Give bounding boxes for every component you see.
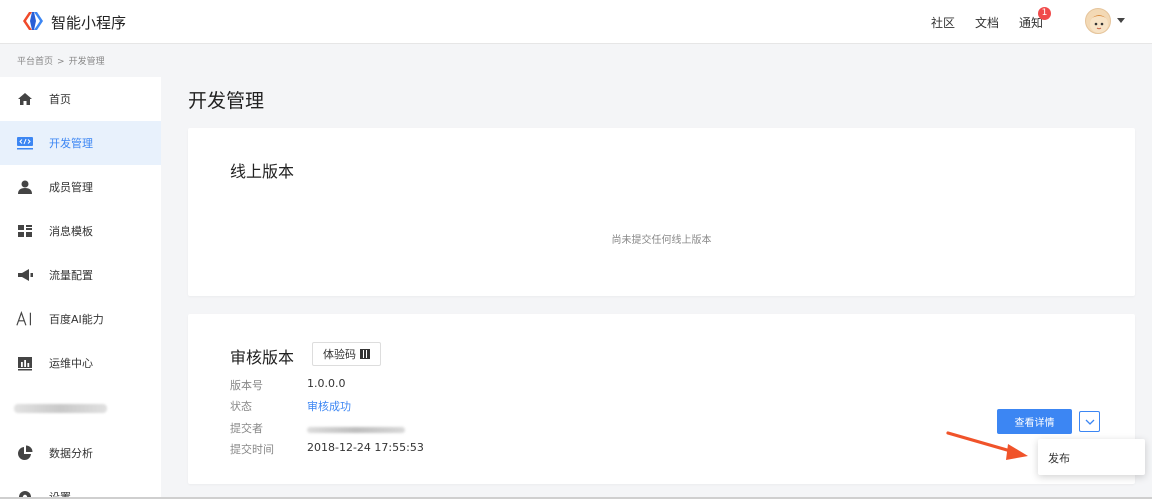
nav-docs[interactable]: 文档	[975, 14, 999, 31]
chart-icon	[16, 354, 34, 372]
sidebar-item-label: 百度AI能力	[49, 313, 104, 326]
code-icon	[16, 134, 34, 152]
redacted-item	[14, 404, 107, 413]
sidebar-item-templates[interactable]: 消息模板	[0, 209, 161, 253]
sidebar-item-label: 开发管理	[49, 137, 93, 150]
megaphone-icon	[16, 266, 34, 284]
sidebar-item-label: 首页	[49, 93, 71, 106]
online-version-title: 线上版本	[230, 162, 295, 181]
qr-code-button[interactable]: 体验码	[312, 342, 381, 366]
submitter-label: 提交者	[230, 422, 263, 435]
sidebar-item-ai[interactable]: 百度AI能力	[0, 297, 161, 341]
breadcrumb-home[interactable]: 平台首页	[17, 57, 53, 67]
submitter-value-redacted	[307, 427, 405, 433]
sidebar-item-settings[interactable]: 设置	[0, 475, 161, 499]
nav-community[interactable]: 社区	[931, 14, 955, 31]
sidebar: 首页 开发管理 成员管理 消息模板 流量配置 百度AI能力 运维中心 数据分析 …	[0, 77, 161, 499]
home-icon	[16, 90, 34, 108]
qr-button-label: 体验码	[323, 348, 356, 361]
qr-code-icon	[360, 349, 370, 359]
submit-time-value: 2018-12-24 17:55:53	[307, 441, 424, 454]
version-value: 1.0.0.0	[307, 377, 346, 390]
submit-time-label: 提交时间	[230, 443, 274, 456]
publish-menu-item[interactable]: 发布	[1048, 450, 1070, 466]
annotation-arrow-icon	[946, 431, 1028, 460]
sidebar-item-home[interactable]: 首页	[0, 77, 161, 121]
more-actions-button[interactable]	[1079, 411, 1100, 432]
sidebar-item-label: 成员管理	[49, 181, 93, 194]
top-bar: 智能小程序 社区 文档 通知 1	[0, 0, 1152, 44]
sidebar-item-members[interactable]: 成员管理	[0, 165, 161, 209]
logo-icon	[23, 12, 43, 30]
breadcrumb-current: 开发管理	[68, 57, 105, 67]
actions-dropdown-menu: 发布	[1038, 439, 1145, 475]
page-title: 开发管理	[188, 90, 265, 112]
breadcrumb-separator: >	[57, 57, 65, 67]
sidebar-item-traffic[interactable]: 流量配置	[0, 253, 161, 297]
sidebar-item-ops[interactable]: 运维中心	[0, 341, 161, 385]
version-label: 版本号	[230, 379, 263, 392]
sidebar-item-analytics[interactable]: 数据分析	[0, 431, 161, 475]
notification-badge: 1	[1038, 7, 1051, 20]
avatar-image	[1090, 15, 1108, 33]
template-icon	[16, 222, 34, 240]
brand-name: 智能小程序	[51, 14, 127, 32]
breadcrumb: 平台首页 > 开发管理	[17, 54, 105, 67]
sidebar-item-development[interactable]: 开发管理	[0, 121, 161, 165]
status-label: 状态	[230, 400, 252, 413]
sidebar-item-label: 数据分析	[49, 447, 93, 460]
status-value[interactable]: 审核成功	[307, 398, 351, 414]
online-version-card: 线上版本 尚未提交任何线上版本	[188, 128, 1135, 296]
sidebar-item-label: 消息模板	[49, 225, 93, 238]
ai-icon	[16, 310, 34, 328]
chevron-down-icon	[1085, 419, 1094, 425]
empty-state-text: 尚未提交任何线上版本	[611, 235, 712, 246]
user-icon	[16, 178, 34, 196]
review-version-title: 审核版本	[230, 348, 295, 367]
avatar[interactable]	[1085, 8, 1111, 34]
sidebar-item-label: 运维中心	[49, 357, 93, 370]
chevron-down-icon[interactable]	[1117, 18, 1125, 23]
sidebar-item-label: 流量配置	[49, 269, 93, 282]
pie-icon	[16, 444, 34, 462]
